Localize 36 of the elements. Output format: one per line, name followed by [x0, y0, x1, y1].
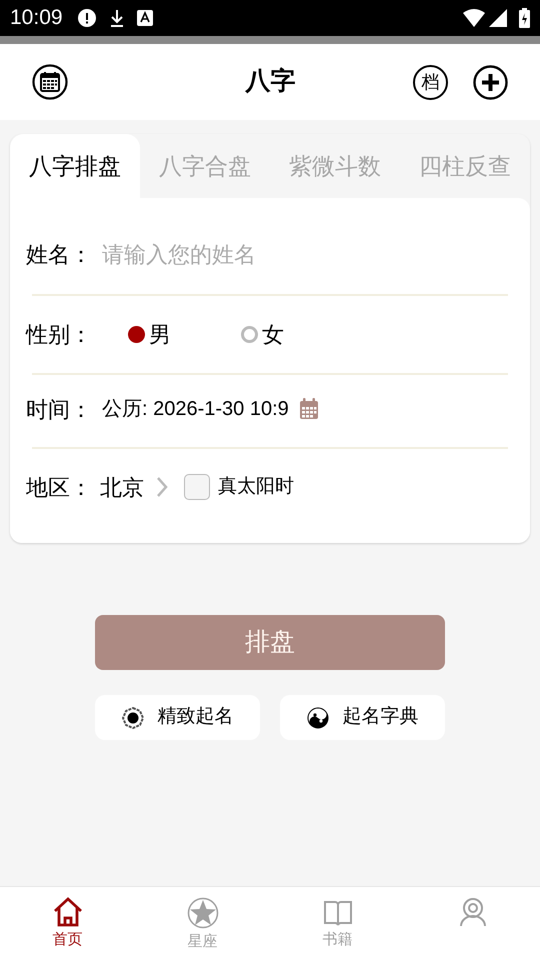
shortcut-button[interactable]: 起名字典: [280, 695, 445, 740]
gender-label: 性别：: [26, 321, 92, 349]
name-input-field[interactable]: 请输入您的姓名: [102, 238, 514, 270]
radio-button[interactable]: [128, 326, 145, 343]
nav-tab[interactable]: 首页: [0, 887, 135, 960]
keyboard-icon: [136, 10, 153, 26]
page-title: 八字: [246, 66, 296, 98]
gender-option-label: 女: [262, 321, 284, 349]
add-button[interactable]: [473, 64, 508, 100]
true-solar-time-label: 真太阳时: [218, 474, 294, 499]
calendar-button[interactable]: [32, 64, 68, 100]
plus-icon: [473, 64, 508, 100]
archive-button[interactable]: 档: [413, 64, 448, 100]
chevron-right-icon: [156, 476, 168, 498]
status-time: 10:09: [10, 5, 63, 32]
download-icon: [108, 8, 125, 28]
yin-yang-icon: [306, 706, 328, 728]
signal-icon: [489, 9, 507, 27]
tab[interactable]: 八字排盘: [10, 134, 140, 198]
time-label: 时间：: [26, 396, 92, 424]
time-value[interactable]: 公历: 2026-1-30 10:9: [102, 394, 289, 424]
wifi-icon: [463, 9, 485, 27]
home-icon: [52, 897, 82, 927]
calendar-icon: [32, 64, 68, 100]
name-label: 姓名：: [26, 240, 92, 268]
battery-icon: [519, 8, 530, 28]
calendar-icon: [298, 398, 319, 420]
region-value[interactable]: 北京: [100, 470, 144, 504]
checkbox[interactable]: [184, 474, 210, 500]
gender-option-label: 男: [149, 321, 171, 349]
bagua-icon: [122, 706, 144, 728]
person-icon: [458, 897, 488, 927]
radio-button[interactable]: [241, 326, 258, 343]
shortcut-button[interactable]: 精致起名: [95, 695, 260, 740]
alert-icon: [76, 8, 97, 28]
region-label: 地区：: [26, 474, 92, 502]
